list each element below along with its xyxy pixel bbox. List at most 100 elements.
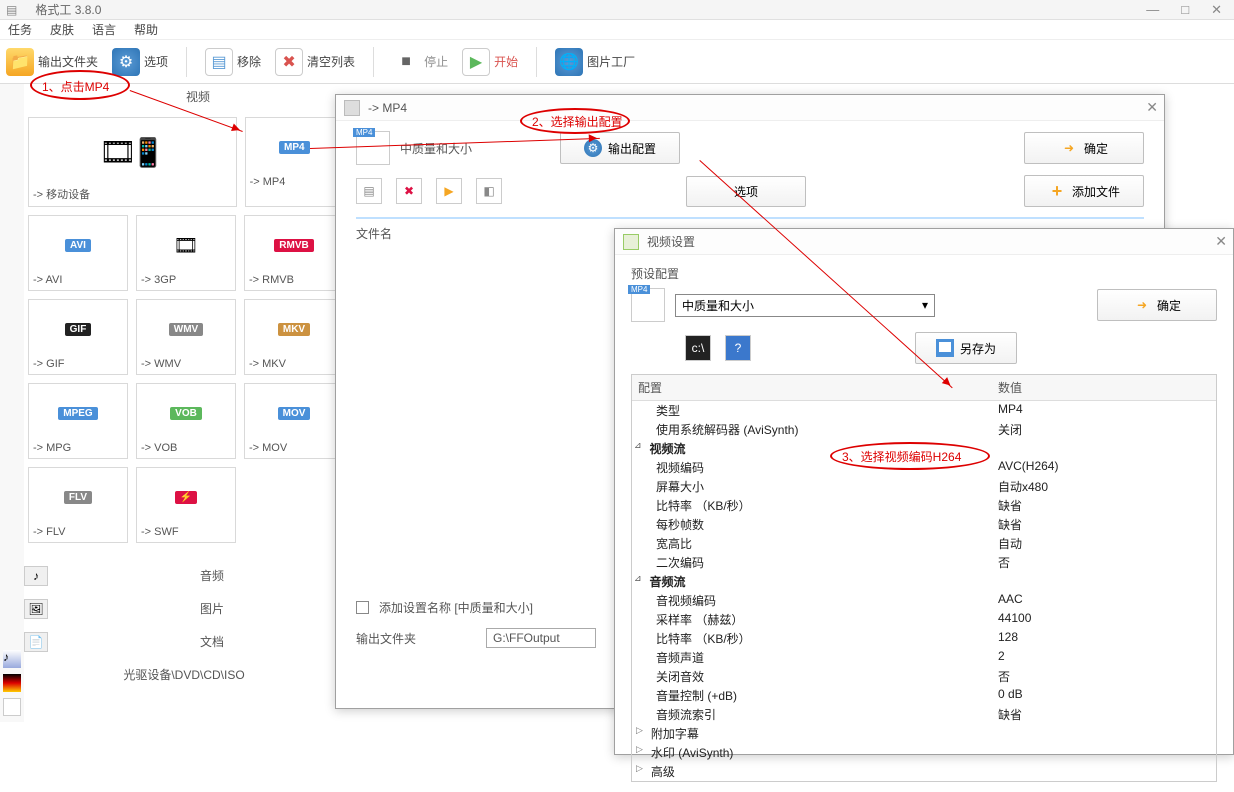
start-button[interactable]: ▶开始	[462, 48, 518, 76]
tab-optical[interactable]: 光驱设备\DVD\CD\ISO	[24, 658, 344, 691]
play-icon[interactable]: ▶	[436, 178, 462, 204]
settings-row[interactable]: 音频声道2	[632, 648, 1216, 667]
stop-icon: ■	[392, 48, 420, 76]
plus-icon: +	[1048, 182, 1066, 200]
format-avi[interactable]: AVI-> AVI	[28, 215, 128, 291]
quality-select[interactable]: 中质量和大小▾	[675, 294, 935, 317]
format-mobile[interactable]: 🎞📱 -> 移动设备	[28, 117, 237, 207]
close-icon[interactable]: ✕	[1146, 99, 1158, 116]
remove-button[interactable]: ▤移除	[205, 48, 261, 76]
gear-icon: ⚙	[112, 48, 140, 76]
close-icon[interactable]: ✕	[1205, 2, 1228, 18]
play-icon: ▶	[462, 48, 490, 76]
format-flv[interactable]: FLV-> FLV	[28, 467, 128, 543]
maximize-icon[interactable]: □	[1175, 2, 1195, 18]
rmvb-file-icon: RMVB	[249, 220, 339, 270]
tab-image[interactable]: 图片	[52, 592, 372, 625]
format-gif[interactable]: GIF-> GIF	[28, 299, 128, 375]
image-icon[interactable]: 🖼	[24, 599, 48, 619]
settings-row[interactable]: 视频编码AVC(H264)	[632, 458, 1216, 477]
settings-row[interactable]: 视频流	[632, 439, 1216, 458]
music-icon[interactable]: ♪	[3, 650, 21, 668]
add-icon[interactable]: ▤	[356, 178, 382, 204]
save-as-button[interactable]: 另存为	[915, 332, 1017, 364]
ok-button[interactable]: ➜ 确定	[1024, 132, 1144, 164]
format-3gp[interactable]: 🎞-> 3GP	[136, 215, 236, 291]
menu-skin[interactable]: 皮肤	[50, 21, 74, 38]
output-folder-button[interactable]: 📁输出文件夹	[6, 48, 98, 76]
format-mkv[interactable]: MKV-> MKV	[244, 299, 344, 375]
menu-language[interactable]: 语言	[92, 21, 116, 38]
settings-row[interactable]: 每秒帧数缺省	[632, 515, 1216, 534]
menubar: 任务 皮肤 语言 帮助	[0, 20, 1234, 40]
mobile-devices-icon: 🎞📱	[33, 122, 232, 182]
arrow-right-icon: ➜	[1060, 139, 1078, 157]
settings-row[interactable]: 音频流	[632, 572, 1216, 591]
picture-factory-button[interactable]: 🌐图片工厂	[555, 48, 635, 76]
settings-row[interactable]: 附加字幕	[632, 724, 1216, 743]
clear-list-button[interactable]: ✖清空列表	[275, 48, 355, 76]
minimize-icon[interactable]: —	[1140, 2, 1165, 18]
mp4-icon	[631, 288, 665, 322]
format-column: 视频 🎞📱 -> 移动设备 MP4 -> MP4 AVI-> AVI 🎞-> 3…	[24, 84, 372, 722]
settings-table: 配置 数值 类型MP4使用系统解码器 (AviSynth)关闭视频流视频编码AV…	[631, 374, 1217, 782]
add-file-button[interactable]: + 添加文件	[1024, 175, 1144, 207]
add-setting-name-checkbox[interactable]	[356, 601, 369, 614]
settings-row[interactable]: 比特率 （KB/秒）128	[632, 629, 1216, 648]
audio-icon[interactable]: ♪	[24, 566, 48, 586]
settings-row[interactable]: 比特率 （KB/秒）缺省	[632, 496, 1216, 515]
settings-row[interactable]: 音视频编码AAC	[632, 591, 1216, 610]
doc-icon: ▤	[205, 48, 233, 76]
mkv-file-icon: MKV	[249, 304, 339, 354]
toolbar-divider	[373, 47, 374, 77]
format-mpg[interactable]: MPEG-> MPG	[28, 383, 128, 459]
tab-doc[interactable]: 文档	[52, 625, 372, 658]
vob-file-icon: VOB	[141, 388, 231, 438]
settings-row[interactable]: 高级	[632, 762, 1216, 781]
swf-file-icon: ⚡	[141, 472, 231, 522]
delete-icon[interactable]: ✖	[396, 178, 422, 204]
mp4-icon	[356, 131, 390, 165]
output-path-field[interactable]: G:\FFOutput	[486, 628, 596, 648]
output-config-button[interactable]: ⚙ 输出配置	[560, 132, 680, 164]
settings-row[interactable]: 音量控制 (+dB)0 dB	[632, 686, 1216, 705]
flv-file-icon: FLV	[33, 472, 123, 522]
format-rmvb[interactable]: RMVB-> RMVB	[244, 215, 344, 291]
format-swf[interactable]: ⚡-> SWF	[136, 467, 236, 543]
menu-tasks[interactable]: 任务	[8, 21, 32, 38]
settings-row[interactable]: 宽高比自动	[632, 534, 1216, 553]
cmd-icon[interactable]: c:\	[685, 335, 711, 361]
settings-row[interactable]: 水印 (AviSynth)	[632, 743, 1216, 762]
app-title: 格式⼯ 3.8.0	[35, 1, 101, 18]
info-icon[interactable]: ◧	[476, 178, 502, 204]
settings-row[interactable]: 采样率 （赫兹）44100	[632, 610, 1216, 629]
column-value: 数值	[992, 375, 1216, 400]
format-mp4[interactable]: MP4 -> MP4	[245, 117, 344, 207]
settings-row[interactable]: 二次编码否	[632, 553, 1216, 572]
settings-row[interactable]: 类型MP4	[632, 401, 1216, 420]
options-button[interactable]: ⚙选项	[112, 48, 168, 76]
menu-help[interactable]: 帮助	[134, 21, 158, 38]
help-icon[interactable]: ?	[725, 335, 751, 361]
doc-icon[interactable]	[3, 698, 21, 716]
tab-audio[interactable]: 音频	[52, 559, 372, 592]
close-icon[interactable]: ✕	[1215, 233, 1227, 250]
stop-button[interactable]: ■停止	[392, 48, 448, 76]
settings-row[interactable]: 使用系统解码器 (AviSynth)关闭	[632, 420, 1216, 439]
preset-label: 预设配置	[631, 265, 1217, 282]
flag-icon[interactable]	[3, 674, 21, 692]
app-menu-icon[interactable]: ▤	[6, 3, 17, 17]
toolbar-divider	[186, 47, 187, 77]
globe-icon: 🌐	[555, 48, 583, 76]
column-config: 配置	[632, 375, 992, 400]
doc-icon[interactable]: 📄	[24, 632, 48, 652]
format-wmv[interactable]: WMV-> WMV	[136, 299, 236, 375]
format-mov[interactable]: MOV-> MOV	[244, 383, 344, 459]
ok-button[interactable]: ➜ 确定	[1097, 289, 1217, 321]
settings-row[interactable]: 音频流索引缺省	[632, 705, 1216, 724]
settings-row[interactable]: 关闭音效否	[632, 667, 1216, 686]
wmv-file-icon: WMV	[141, 304, 231, 354]
format-vob[interactable]: VOB-> VOB	[136, 383, 236, 459]
tab-video[interactable]: 视频	[186, 88, 210, 105]
settings-row[interactable]: 屏幕大小自动x480	[632, 477, 1216, 496]
